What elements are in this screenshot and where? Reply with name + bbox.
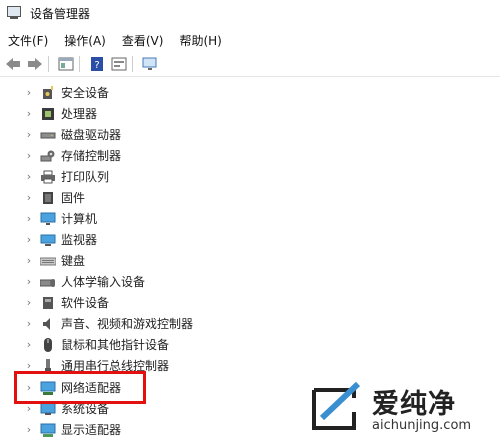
security-device-icon [43,85,53,99]
tree-item-hid[interactable]: › 人体学输入设备 [0,271,500,292]
monitor-icon [40,234,56,246]
tree-item-label: 声音、视频和游戏控制器 [61,317,194,331]
hid-icon [40,278,55,287]
properties-icon[interactable] [57,55,75,73]
chevron-right-icon[interactable]: › [24,145,34,166]
watermark-text: 爱纯净 [372,389,456,420]
tree-item-label: 打印队列 [61,170,110,184]
chevron-right-icon[interactable]: › [24,103,34,124]
disk-drive-icon [40,132,56,138]
sound-icon [43,317,50,330]
watermark-url: aichunjing.com [372,418,472,433]
tree-item-disk-drives[interactable]: › 磁盘驱动器 [0,124,500,145]
chevron-right-icon[interactable]: › [24,166,34,187]
chevron-right-icon[interactable]: › [24,292,34,313]
chevron-right-icon[interactable]: › [24,419,34,440]
back-arrow-icon[interactable] [4,55,22,73]
firmware-icon [43,191,53,204]
tree-item-processors[interactable]: › 处理器 [0,103,500,124]
tree-item-computer[interactable]: › 计算机 [0,208,500,229]
tree-item-monitors[interactable]: › 监视器 [0,229,500,250]
toolbar-separator [132,56,133,72]
forward-arrow-icon[interactable] [26,55,44,73]
tree-item-label: 固件 [61,191,86,205]
display-adapter-icon [40,423,56,437]
tree-item-label: 安全设备 [61,86,110,100]
toolbar-separator [48,56,49,72]
toolbar: ? [0,52,500,77]
tree-item-label: 键盘 [61,254,86,268]
tree-item-label: 监视器 [61,233,98,247]
title-bar: 设备管理器 [0,0,500,26]
help-icon[interactable]: ? [88,55,106,73]
watermark-logo-icon [312,382,361,430]
chevron-right-icon[interactable]: › [24,313,34,334]
chevron-right-icon[interactable]: › [24,250,34,271]
chevron-right-icon[interactable]: › [24,334,34,355]
tree-item-label: 人体学输入设备 [61,275,146,289]
tree-item-storage-controllers[interactable]: › 存储控制器 [0,145,500,166]
device-manager-icon [6,5,22,21]
view-icon[interactable] [110,55,128,73]
menu-view[interactable]: 查看(V) [114,32,172,49]
tree-item-sound-video-game[interactable]: › 声音、视频和游戏控制器 [0,313,500,334]
printer-icon [41,170,55,183]
software-device-icon [43,296,53,309]
tree-item-keyboards[interactable]: › 键盘 [0,250,500,271]
chevron-right-icon[interactable]: › [24,229,34,250]
monitor-scan-icon[interactable] [141,55,159,73]
toolbar-separator [79,56,80,72]
chevron-right-icon[interactable]: › [24,187,34,208]
watermark: 爱纯净 aichunjing.com [300,378,500,442]
tree-item-software-devices[interactable]: › 软件设备 [0,292,500,313]
tree-item-security-devices[interactable]: › 安全设备 [0,82,500,103]
tree-item-print-queues[interactable]: › 打印队列 [0,166,500,187]
menu-file[interactable]: 文件(F) [0,32,56,49]
chevron-right-icon[interactable]: › [24,82,34,103]
keyboard-icon [40,257,56,265]
chevron-right-icon[interactable]: › [24,208,34,229]
annotation-highlight-box [14,371,146,404]
menu-bar: 文件(F) 操作(A) 查看(V) 帮助(H) [0,29,500,51]
svg-text:?: ? [94,60,99,71]
chevron-right-icon[interactable]: › [24,124,34,145]
computer-icon [40,212,56,225]
storage-controller-icon [40,150,55,161]
tree-item-label: 显示适配器 [61,423,122,437]
tree-item-label: 软件设备 [61,296,110,310]
tree-item-label: 存储控制器 [61,149,122,163]
tree-item-firmware[interactable]: › 固件 [0,187,500,208]
window-title: 设备管理器 [30,6,91,21]
menu-help[interactable]: 帮助(H) [171,32,229,49]
tree-item-mice[interactable]: › 鼠标和其他指针设备 [0,334,500,355]
menu-action[interactable]: 操作(A) [56,32,114,49]
tree-item-label: 鼠标和其他指针设备 [61,338,170,352]
processor-icon [42,107,54,120]
chevron-right-icon[interactable]: › [24,271,34,292]
tree-item-label: 计算机 [61,212,98,226]
tree-item-label: 处理器 [61,107,98,121]
mouse-icon [44,337,52,352]
tree-item-label: 磁盘驱动器 [61,128,122,142]
